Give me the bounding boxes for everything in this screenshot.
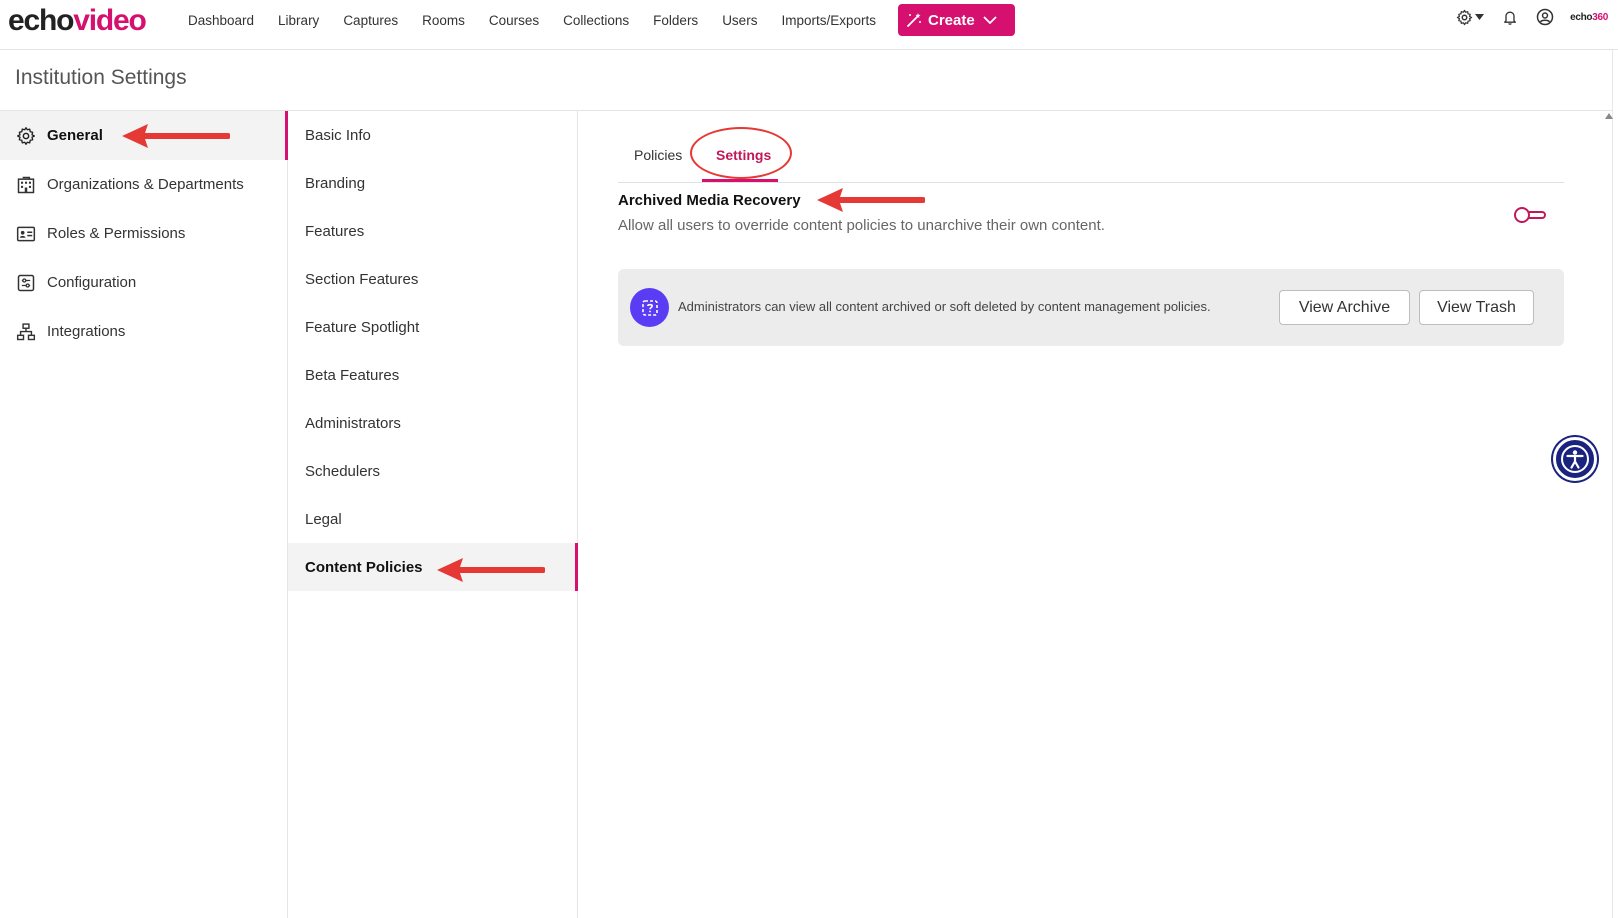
archived-media-recovery-toggle[interactable] [1514, 207, 1548, 223]
nav-rooms[interactable]: Rooms [422, 13, 465, 28]
sidebar-item-integrations[interactable]: Integrations [0, 307, 287, 356]
view-archive-button[interactable]: View Archive [1279, 290, 1410, 325]
network-icon [15, 321, 37, 343]
subnav-feature-spotlight[interactable]: Feature Spotlight [288, 303, 577, 351]
subnav-section-features[interactable]: Section Features [288, 255, 577, 303]
info-banner: Administrators can view all content arch… [618, 269, 1564, 346]
subnav-legal[interactable]: Legal [288, 495, 577, 543]
caret-down-icon [1475, 14, 1485, 20]
general-subnav: Basic Info Branding Features Section Fea… [288, 111, 578, 918]
sidebar-item-configuration[interactable]: Configuration [0, 258, 287, 307]
gear-icon [1456, 9, 1473, 25]
accessibility-button[interactable] [1553, 437, 1597, 481]
echo360-logo: echo360 [1570, 11, 1608, 23]
building-icon [15, 174, 37, 196]
nav-imports-exports[interactable]: Imports/Exports [781, 13, 876, 28]
nav-dashboard[interactable]: Dashboard [188, 13, 254, 28]
chevron-down-icon [983, 16, 997, 25]
annotation-arrow-archived-media [817, 188, 925, 212]
sliders-icon [15, 272, 37, 294]
subnav-features[interactable]: Features [288, 207, 577, 255]
annotation-arrow-content-policies [437, 558, 545, 582]
user-menu-button[interactable] [1536, 8, 1554, 26]
create-label: Create [928, 11, 975, 29]
create-button[interactable]: Create [898, 4, 1015, 36]
sidebar-item-label: Organizations & Departments [47, 176, 244, 193]
subnav-administrators[interactable]: Administrators [288, 399, 577, 447]
nav-library[interactable]: Library [278, 13, 319, 28]
main-nav: Dashboard Library Captures Rooms Courses… [176, 0, 888, 40]
nav-captures[interactable]: Captures [343, 13, 398, 28]
sidebar-item-label: General [47, 127, 103, 144]
sidebar-item-organizations[interactable]: Organizations & Departments [0, 160, 287, 209]
nav-users[interactable]: Users [722, 13, 757, 28]
view-trash-button[interactable]: View Trash [1419, 290, 1534, 325]
nav-folders[interactable]: Folders [653, 13, 698, 28]
sidebar-item-label: Roles & Permissions [47, 225, 186, 242]
annotation-arrow-general [122, 124, 230, 148]
subnav-schedulers[interactable]: Schedulers [288, 447, 577, 495]
setting-description: Allow all users to override content poli… [618, 217, 1105, 234]
help-icon [630, 288, 669, 327]
active-tab-indicator [702, 179, 778, 182]
notifications-button[interactable] [1502, 9, 1518, 26]
toggle-knob [1514, 207, 1530, 223]
echovideo-logo[interactable]: echovideo [8, 2, 147, 40]
page-title: Institution Settings [15, 66, 187, 89]
content-policies-panel: Policies Settings Archived Media Recover… [578, 111, 1612, 918]
accessibility-icon [1561, 445, 1589, 473]
sidebar-item-label: Integrations [47, 323, 126, 340]
setting-title: Archived Media Recovery [618, 192, 801, 209]
info-text: Administrators can view all content arch… [678, 299, 1211, 314]
settings-sidebar: General Organizations & Departments Role… [0, 111, 288, 918]
user-circle-icon [1536, 8, 1554, 26]
annotation-circle [690, 127, 792, 179]
nav-collections[interactable]: Collections [563, 13, 629, 28]
tab-bar: Policies Settings [618, 127, 1564, 183]
subnav-beta-features[interactable]: Beta Features [288, 351, 577, 399]
tab-policies[interactable]: Policies [634, 147, 682, 163]
bell-icon [1504, 11, 1517, 25]
scrollbar-track[interactable] [1612, 50, 1613, 918]
top-right-icons: echo360 [1438, 8, 1608, 26]
nav-courses[interactable]: Courses [489, 13, 539, 28]
magic-wand-icon [907, 13, 921, 27]
gear-icon [15, 125, 37, 147]
sidebar-item-roles-permissions[interactable]: Roles & Permissions [0, 209, 287, 258]
subnav-branding[interactable]: Branding [288, 159, 577, 207]
sidebar-item-label: Configuration [47, 274, 137, 291]
id-card-icon [15, 223, 37, 245]
subnav-basic-info[interactable]: Basic Info [288, 111, 577, 159]
top-navbar: echovideo Dashboard Library Captures Roo… [0, 0, 1618, 50]
settings-menu[interactable] [1456, 9, 1485, 26]
